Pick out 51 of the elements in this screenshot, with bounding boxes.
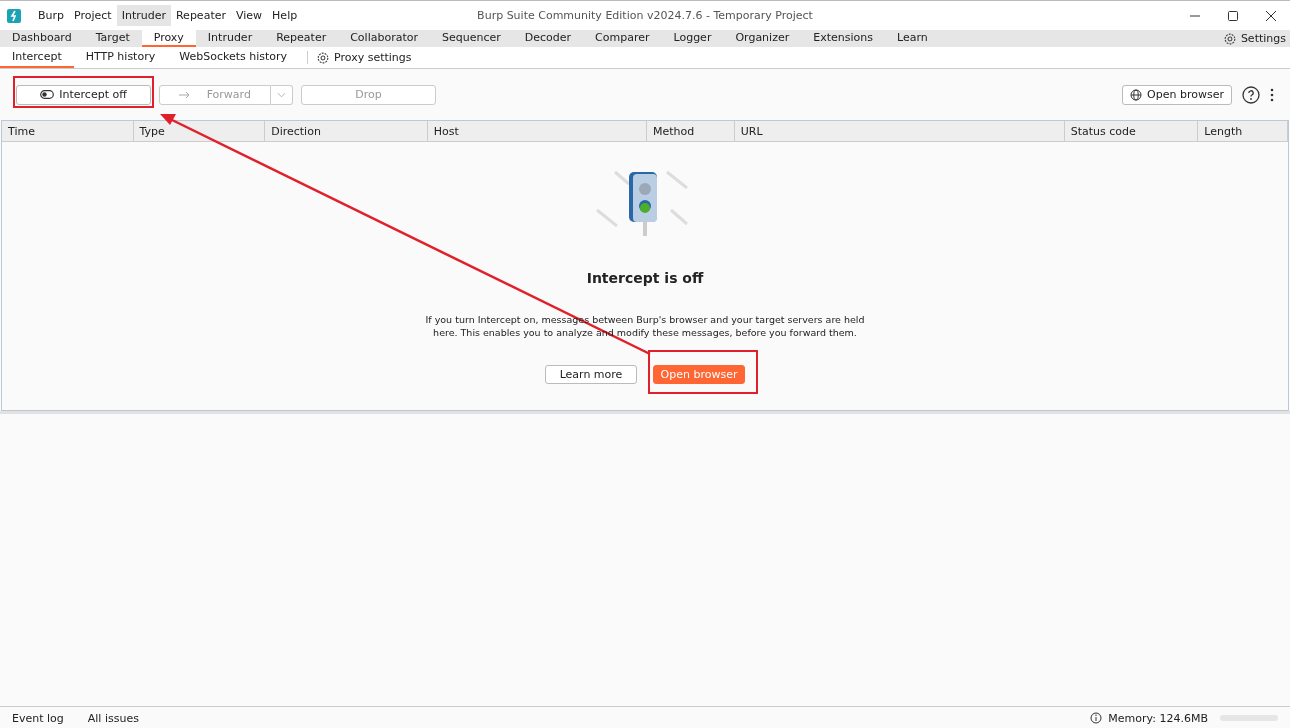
subtab[interactable]: Intercept bbox=[0, 47, 74, 68]
column-header[interactable]: Direction bbox=[265, 121, 428, 141]
window-title: Burp Suite Community Edition v2024.7.6 - Temporary Project bbox=[477, 9, 813, 22]
settings-button[interactable]: Settings bbox=[1240, 32, 1286, 45]
toggle-icon bbox=[40, 90, 55, 99]
column-header[interactable]: Length bbox=[1198, 121, 1288, 141]
tab[interactable]: Comparer bbox=[583, 30, 662, 47]
proxy-settings-link[interactable]: Proxy settings bbox=[334, 51, 412, 64]
globe-icon bbox=[1130, 88, 1143, 101]
maximize-icon[interactable] bbox=[1227, 9, 1239, 22]
open-browser-button[interactable]: Open browser bbox=[1122, 84, 1232, 105]
app-logo-icon bbox=[7, 8, 21, 23]
menu-item[interactable]: Project bbox=[69, 5, 117, 26]
learn-more-button[interactable]: Learn more bbox=[545, 365, 637, 384]
tab[interactable]: Proxy bbox=[141, 30, 196, 47]
column-header[interactable]: Time bbox=[2, 121, 134, 141]
menu-item[interactable]: Burp bbox=[33, 5, 70, 26]
tab[interactable]: Decoder bbox=[512, 30, 584, 47]
tab[interactable]: Extensions bbox=[801, 30, 885, 47]
tab[interactable]: Dashboard bbox=[0, 30, 84, 47]
more-options-icon[interactable] bbox=[1270, 87, 1274, 102]
status-bar-link[interactable]: Event log bbox=[12, 711, 64, 725]
empty-state-title: Intercept is off bbox=[586, 270, 704, 286]
info-icon bbox=[1090, 712, 1103, 724]
gear-icon bbox=[316, 50, 331, 65]
column-header[interactable]: Host bbox=[427, 121, 647, 141]
gear-icon bbox=[1222, 31, 1237, 46]
close-icon[interactable] bbox=[1265, 9, 1277, 22]
subtab[interactable]: HTTP history bbox=[73, 47, 168, 68]
tab[interactable]: Collaborator bbox=[338, 30, 430, 47]
menu-item[interactable]: Intruder bbox=[116, 5, 171, 26]
menu-item[interactable]: View bbox=[231, 5, 268, 26]
intercept-toggle-button[interactable]: Intercept off bbox=[16, 84, 151, 105]
column-header[interactable]: URL bbox=[734, 121, 1065, 141]
subtab[interactable]: WebSockets history bbox=[167, 47, 300, 68]
help-icon[interactable] bbox=[1242, 85, 1260, 104]
arrow-icon bbox=[179, 90, 192, 99]
tab[interactable]: Learn bbox=[884, 30, 940, 47]
memory-label: Memory: 124.6MB bbox=[1108, 711, 1208, 725]
tab[interactable]: Intruder bbox=[195, 30, 265, 47]
status-bar-link[interactable]: All issues bbox=[87, 711, 139, 725]
tab[interactable]: Logger bbox=[661, 30, 724, 47]
tab[interactable]: Repeater bbox=[264, 30, 339, 47]
menu-item[interactable]: Help bbox=[267, 5, 303, 26]
caret-icon bbox=[277, 91, 286, 98]
column-header[interactable]: Status code bbox=[1064, 121, 1199, 141]
menu-item[interactable]: Repeater bbox=[170, 5, 231, 26]
tab[interactable]: Target bbox=[83, 30, 142, 47]
column-header[interactable]: Method bbox=[647, 121, 735, 141]
tab[interactable]: Sequencer bbox=[430, 30, 513, 47]
tab[interactable]: Organizer bbox=[723, 30, 802, 47]
